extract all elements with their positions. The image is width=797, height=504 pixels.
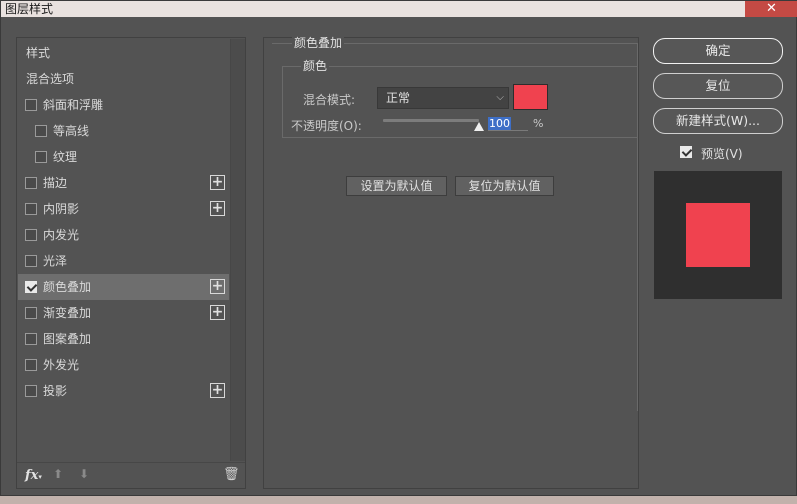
make-default-button[interactable]: 设置为默认值 bbox=[346, 176, 447, 196]
style-item-label: 斜面和浮雕 bbox=[43, 98, 104, 112]
opacity-slider[interactable] bbox=[383, 119, 479, 122]
blend-mode-value: 正常 bbox=[386, 91, 411, 105]
opacity-label: 不透明度(O): bbox=[291, 119, 362, 133]
style-item-label: 描边 bbox=[43, 176, 68, 190]
fx-icon[interactable]: fx▾ bbox=[25, 468, 42, 483]
color-overlay-group: 颜色叠加 颜色 混合模式: 正常 ⌵ 不透明度(O): 100 % bbox=[272, 37, 638, 411]
color-overlay-title: 颜色叠加 bbox=[292, 36, 345, 50]
chevron-down-icon: ⌵ bbox=[496, 92, 504, 103]
style-item[interactable]: 斜面和浮雕 bbox=[18, 92, 229, 118]
add-icon[interactable]: + bbox=[210, 279, 225, 294]
reset-button[interactable]: 复位 bbox=[653, 73, 783, 99]
title-bar[interactable]: 图层样式 ✕ bbox=[1, 1, 797, 17]
styles-panel: 样式 混合选项 斜面和浮雕等高线纹理描边 + 内阴影 + 内发光光泽颜色叠加 + 渐变叠加 +… bbox=[16, 37, 246, 489]
add-icon[interactable]: + bbox=[210, 175, 225, 190]
style-item[interactable]: 外发光 bbox=[18, 352, 229, 378]
style-item[interactable]: 等高线 bbox=[18, 118, 229, 144]
preview-swatch bbox=[686, 203, 750, 267]
opacity-value: 100 bbox=[488, 117, 511, 130]
style-item-checkbox[interactable] bbox=[25, 255, 37, 267]
style-item-label: 图案叠加 bbox=[43, 332, 92, 346]
style-item-label: 颜色叠加 bbox=[43, 280, 92, 294]
style-item-label: 等高线 bbox=[53, 124, 90, 138]
style-item-checkbox[interactable] bbox=[25, 385, 37, 397]
styles-header-label: 样式 bbox=[26, 46, 51, 60]
close-icon: ✕ bbox=[766, 1, 777, 16]
fx-label: fx bbox=[25, 468, 39, 483]
styles-header[interactable]: 样式 bbox=[18, 40, 229, 66]
styles-scrollbar[interactable] bbox=[230, 39, 245, 461]
blend-mode-select[interactable]: 正常 ⌵ bbox=[377, 87, 509, 109]
blend-mode-label: 混合模式: bbox=[303, 93, 356, 107]
style-item-checkbox[interactable] bbox=[25, 229, 37, 241]
style-item-label: 投影 bbox=[43, 384, 68, 398]
close-button[interactable]: ✕ bbox=[745, 1, 797, 17]
fx-caret-icon: ▾ bbox=[38, 472, 42, 481]
style-item-checkbox[interactable] bbox=[25, 99, 37, 111]
blend-options-label: 混合选项 bbox=[26, 72, 75, 86]
new-style-button[interactable]: 新建样式(W)... bbox=[653, 108, 783, 134]
ok-button[interactable]: 确定 bbox=[653, 38, 783, 64]
style-item-label: 内阴影 bbox=[43, 202, 80, 216]
style-item-label: 纹理 bbox=[53, 150, 78, 164]
style-item[interactable]: 渐变叠加 + bbox=[18, 300, 229, 326]
preview-checkbox[interactable] bbox=[680, 146, 692, 158]
blend-options-item[interactable]: 混合选项 bbox=[18, 66, 229, 92]
style-item-checkbox[interactable] bbox=[25, 177, 37, 189]
style-item[interactable]: 光泽 bbox=[18, 248, 229, 274]
style-item-checkbox[interactable] bbox=[25, 281, 37, 293]
style-item[interactable]: 内发光 bbox=[18, 222, 229, 248]
color-subgroup-title: 颜色 bbox=[301, 59, 330, 73]
style-item[interactable]: 图案叠加 bbox=[18, 326, 229, 352]
preview-label: 预览(V) bbox=[701, 147, 743, 161]
add-icon[interactable]: + bbox=[210, 383, 225, 398]
opacity-input[interactable]: 100 bbox=[488, 117, 528, 131]
style-item-checkbox[interactable] bbox=[35, 125, 47, 137]
color-subgroup: 颜色 混合模式: 正常 ⌵ 不透明度(O): 100 % bbox=[282, 60, 638, 138]
move-up-icon[interactable]: ⬆ bbox=[53, 467, 63, 481]
dialog-title: 图层样式 bbox=[5, 2, 54, 16]
style-item-label: 内发光 bbox=[43, 228, 80, 242]
overlay-color-swatch[interactable] bbox=[513, 84, 548, 110]
reset-to-default-button[interactable]: 复位为默认值 bbox=[455, 176, 554, 196]
trash-icon[interactable]: 🗑 bbox=[223, 467, 240, 482]
style-item-checkbox[interactable] bbox=[25, 307, 37, 319]
style-item[interactable]: 内阴影 + bbox=[18, 196, 229, 222]
opacity-slider-thumb[interactable] bbox=[474, 122, 484, 131]
opacity-unit: % bbox=[533, 117, 544, 130]
add-icon[interactable]: + bbox=[210, 305, 225, 320]
add-icon[interactable]: + bbox=[210, 201, 225, 216]
style-item-checkbox[interactable] bbox=[35, 151, 47, 163]
style-preview bbox=[654, 171, 782, 299]
settings-panel: 颜色叠加 颜色 混合模式: 正常 ⌵ 不透明度(O): 100 % 设置为默认值… bbox=[263, 37, 639, 489]
style-item-label: 渐变叠加 bbox=[43, 306, 92, 320]
style-item[interactable]: 描边 + bbox=[18, 170, 229, 196]
style-item-checkbox[interactable] bbox=[25, 203, 37, 215]
style-item-checkbox[interactable] bbox=[25, 333, 37, 345]
move-down-icon[interactable]: ⬇ bbox=[79, 467, 89, 481]
style-item-label: 光泽 bbox=[43, 254, 68, 268]
style-item[interactable]: 投影 + bbox=[18, 378, 229, 404]
layer-style-dialog: 图层样式 ✕ 样式 混合选项 斜面和浮雕 等高线 纹理 描边 + 内阴影 + 内发光 光泽 颜色叠… bbox=[0, 0, 797, 496]
style-item-label: 外发光 bbox=[43, 358, 80, 372]
style-item[interactable]: 颜色叠加 + bbox=[18, 274, 229, 300]
style-item[interactable]: 纹理 bbox=[18, 144, 229, 170]
style-item-checkbox[interactable] bbox=[25, 359, 37, 371]
styles-toolbar: fx▾ ⬆ ⬇ 🗑 bbox=[17, 462, 245, 488]
